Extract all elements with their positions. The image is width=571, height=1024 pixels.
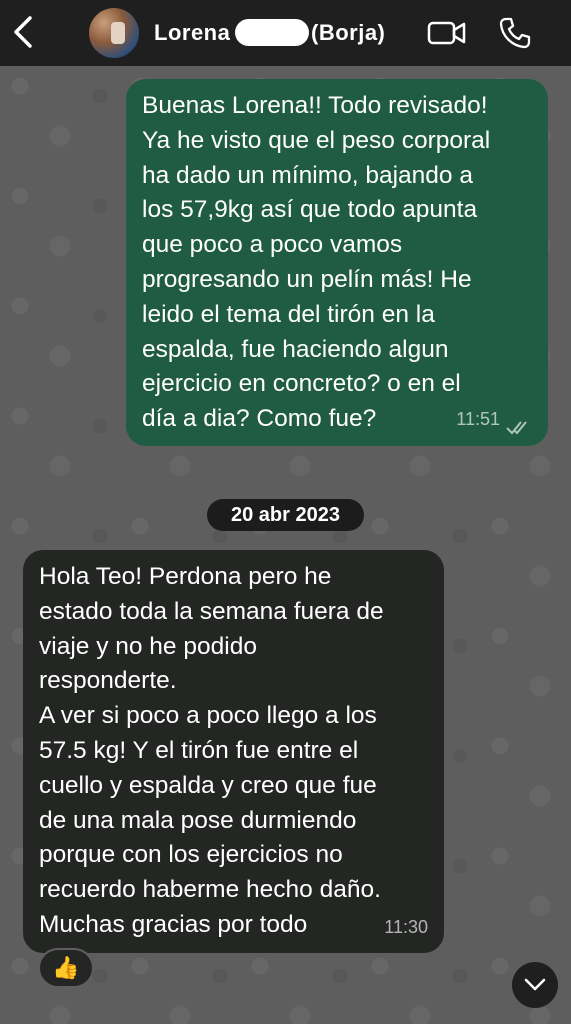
redaction-mark — [235, 19, 309, 46]
chat-header: Lorena (Borja) — [0, 0, 571, 66]
contact-first-name: Lorena — [154, 20, 231, 45]
incoming-message[interactable]: Hola Teo! Perdona pero he estado toda la… — [23, 550, 444, 953]
back-button[interactable] — [10, 14, 36, 50]
thumbs-up-icon: 👍 — [52, 955, 80, 980]
message-text: Hola Teo! Perdona pero he estado toda la… — [39, 563, 384, 938]
message-time: 11:51 — [456, 409, 500, 430]
chevron-down-icon — [524, 978, 546, 991]
video-camera-icon — [427, 21, 466, 45]
message-text: Buenas Lorena!! Todo revisado! Ya he vis… — [142, 92, 491, 433]
video-call-button[interactable] — [427, 19, 467, 47]
thumbs-up-reaction[interactable]: 👍 — [38, 948, 94, 988]
outgoing-message[interactable]: Buenas Lorena!! Todo revisado! Ya he vis… — [126, 79, 548, 446]
contact-name[interactable]: Lorena (Borja) — [154, 19, 385, 48]
double-check-icon — [506, 421, 527, 435]
scroll-to-bottom-button[interactable] — [512, 962, 558, 1008]
date-separator: 20 abr 2023 — [207, 499, 364, 531]
message-time: 11:30 — [384, 917, 428, 938]
contact-last-name: (Borja) — [311, 20, 386, 45]
voice-call-button[interactable] — [498, 16, 532, 50]
phone-icon — [499, 17, 531, 49]
contact-avatar[interactable] — [89, 8, 139, 58]
chevron-left-icon — [14, 16, 32, 48]
